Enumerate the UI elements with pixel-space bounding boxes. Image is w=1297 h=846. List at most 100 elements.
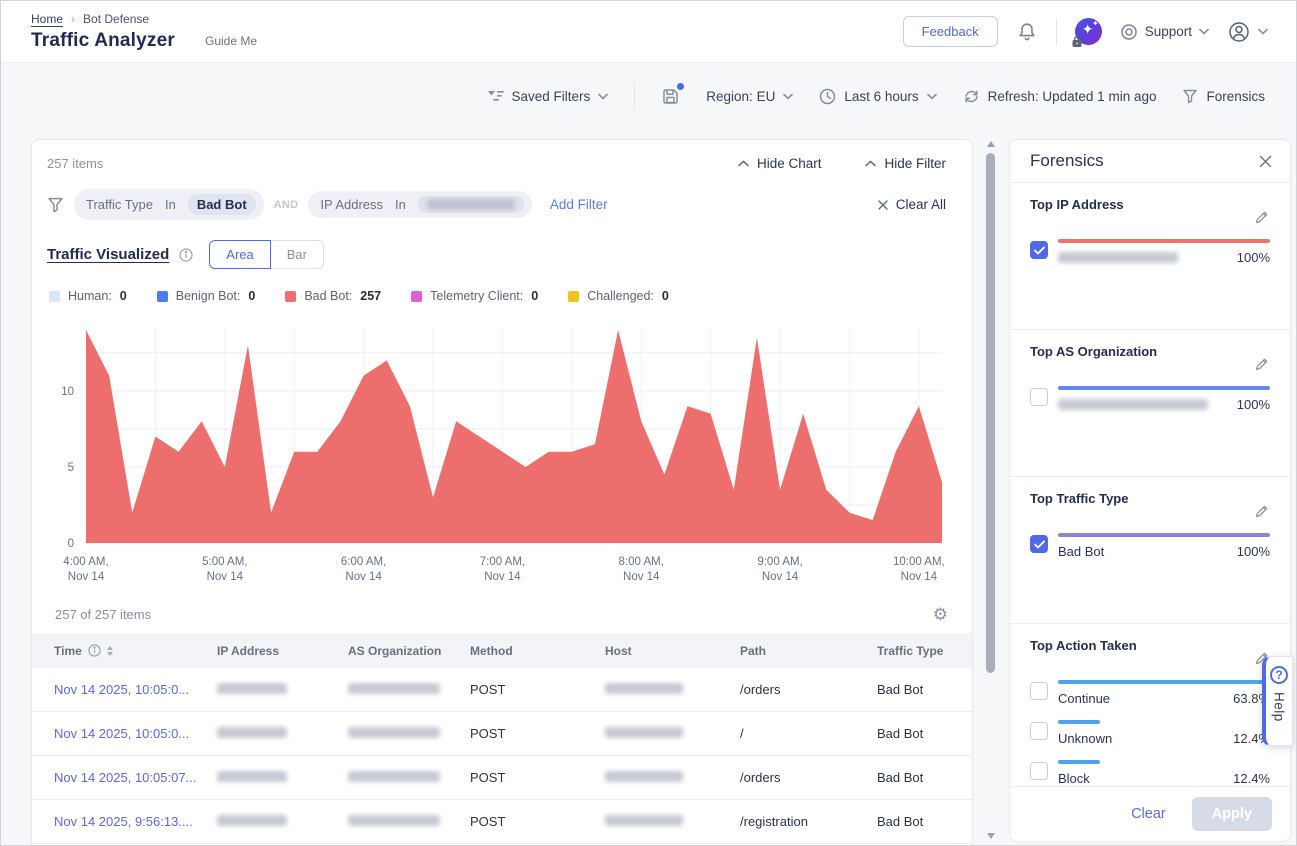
- toolbar-divider: [634, 83, 635, 109]
- support-label: Support: [1145, 24, 1192, 39]
- forensics-checkbox[interactable]: [1030, 535, 1048, 553]
- column-header-as-organization[interactable]: AS Organization: [348, 644, 470, 658]
- legend-item[interactable]: Telemetry Client:0: [411, 289, 538, 303]
- edit-pencil-icon[interactable]: [1254, 503, 1270, 519]
- forensics-apply-button[interactable]: Apply: [1192, 797, 1272, 831]
- ai-assistant-icon[interactable]: ✦ ✦: [1075, 18, 1102, 45]
- forensics-checkbox[interactable]: [1030, 762, 1048, 780]
- chevron-down-icon: [1258, 28, 1268, 35]
- forensics-toggle[interactable]: Forensics: [1182, 88, 1265, 104]
- distribution-bar: [1058, 386, 1270, 390]
- path-cell: /: [740, 726, 877, 741]
- time-link[interactable]: Nov 14 2025, 10:05:07...: [54, 770, 196, 785]
- support-menu[interactable]: Support: [1120, 23, 1209, 41]
- sort-icon[interactable]: [107, 646, 113, 656]
- path-cell: /registration: [740, 814, 877, 829]
- refresh-button[interactable]: Refresh: Updated 1 min ago: [963, 88, 1157, 105]
- forensics-row: Continue63.8%: [1030, 680, 1270, 706]
- table-row[interactable]: Nov 14 2025, 10:05:0...POST/ordersBad Bo…: [32, 668, 972, 712]
- scrollbar-thumb[interactable]: [986, 153, 995, 673]
- svg-text:Nov 14: Nov 14: [762, 571, 799, 583]
- column-header-path[interactable]: Path: [740, 644, 877, 658]
- edit-pencil-icon[interactable]: [1254, 209, 1270, 225]
- as-organization-cell: [348, 770, 470, 785]
- workspace: Saved Filters Region: EU Last 6 hours: [1, 63, 1296, 846]
- svg-text:Nov 14: Nov 14: [207, 571, 244, 583]
- redacted-value: [1058, 252, 1178, 263]
- close-icon: [878, 200, 888, 210]
- filter-chip-ip-address[interactable]: IP Address In: [308, 191, 531, 218]
- column-header-host[interactable]: Host: [605, 644, 740, 658]
- legend-item[interactable]: Challenged:0: [568, 289, 669, 303]
- forensics-panel: Forensics Top IP Address100%Top AS Organ…: [1009, 139, 1291, 842]
- filters-toolbar: Saved Filters Region: EU Last 6 hours: [1, 63, 1296, 129]
- bar-toggle-button[interactable]: Bar: [271, 240, 324, 269]
- column-header-traffic-type[interactable]: Traffic Type: [877, 644, 973, 658]
- forensics-clear-button[interactable]: Clear: [1131, 806, 1166, 822]
- traffic-table: Time IP AddressAS OrganizationMethodHostP…: [32, 633, 972, 844]
- help-tab[interactable]: ? Help: [1262, 656, 1293, 746]
- forensics-checkbox[interactable]: [1030, 241, 1048, 259]
- scroll-up-arrow[interactable]: [987, 141, 995, 147]
- chart-legend: Human:0 Benign Bot:0 Bad Bot:257 Telemetry …: [32, 269, 972, 303]
- time-link[interactable]: Nov 14 2025, 10:05:0...: [54, 726, 189, 741]
- table-row[interactable]: Nov 14 2025, 9:56:13....POST/registratio…: [32, 800, 972, 844]
- table-row[interactable]: Nov 14 2025, 10:05:0...POST/Bad Bot: [32, 712, 972, 756]
- guide-me-link[interactable]: Guide Me: [205, 34, 257, 48]
- path-cell: /orders: [740, 682, 877, 697]
- legend-item[interactable]: Human:0: [49, 289, 127, 303]
- close-icon[interactable]: [1259, 155, 1272, 168]
- region-dropdown[interactable]: Region: EU: [706, 89, 793, 104]
- column-label: Time: [54, 644, 82, 658]
- hide-chart-toggle[interactable]: Hide Chart: [738, 156, 822, 171]
- forensics-row-label: Continue: [1058, 691, 1110, 706]
- host-cell: [605, 726, 740, 741]
- breadcrumb-separator-icon: ›: [71, 12, 75, 26]
- column-header-ip-address[interactable]: IP Address: [217, 644, 348, 658]
- column-header-method[interactable]: Method: [470, 644, 605, 658]
- clear-all-button[interactable]: Clear All: [878, 197, 946, 212]
- breadcrumb-section: Bot Defense: [83, 12, 149, 26]
- forensics-checkbox[interactable]: [1030, 722, 1048, 740]
- hide-chart-label: Hide Chart: [757, 156, 822, 171]
- scroll-down-arrow[interactable]: [987, 833, 995, 839]
- account-menu[interactable]: [1227, 20, 1268, 44]
- edit-pencil-icon[interactable]: [1254, 356, 1270, 372]
- svg-text:5:00 AM,: 5:00 AM,: [202, 556, 247, 568]
- filter-chip-traffic-type[interactable]: Traffic Type In Bad Bot: [74, 189, 264, 220]
- feedback-button[interactable]: Feedback: [903, 16, 998, 47]
- traffic-type-cell: Bad Bot: [877, 814, 973, 829]
- lifebuoy-icon: [1120, 23, 1138, 41]
- breadcrumb-home[interactable]: Home: [31, 12, 63, 27]
- svg-text:8:00 AM,: 8:00 AM,: [619, 556, 664, 568]
- forensics-checkbox[interactable]: [1030, 388, 1048, 406]
- host-cell: [605, 770, 740, 785]
- legend-item[interactable]: Bad Bot:257: [285, 289, 381, 303]
- table-row[interactable]: Nov 14 2025, 10:05:07...POST/ordersBad B…: [32, 756, 972, 800]
- add-filter-link[interactable]: Add Filter: [550, 197, 608, 212]
- traffic-visualized-title[interactable]: Traffic Visualized: [47, 246, 169, 263]
- svg-text:4:00 AM,: 4:00 AM,: [63, 556, 108, 568]
- user-avatar-icon: [1227, 20, 1251, 44]
- redacted-value: [348, 683, 440, 694]
- notifications-bell-icon[interactable]: [1016, 21, 1038, 43]
- filter-bar: Traffic Type In Bad Bot AND IP Address I…: [32, 171, 972, 220]
- legend-item[interactable]: Benign Bot:0: [157, 289, 256, 303]
- svg-text:10: 10: [61, 386, 74, 398]
- time-range-dropdown[interactable]: Last 6 hours: [819, 88, 936, 105]
- area-toggle-button[interactable]: Area: [209, 240, 270, 269]
- top-header: Home › Bot Defense Traffic Analyzer Guid…: [1, 1, 1296, 63]
- column-header-time[interactable]: Time: [32, 644, 217, 658]
- table-settings-gear-icon[interactable]: ⚙: [933, 606, 948, 623]
- time-link[interactable]: Nov 14 2025, 10:05:0...: [54, 682, 189, 697]
- save-filter-button[interactable]: [661, 87, 680, 106]
- forensics-label: Forensics: [1206, 89, 1265, 104]
- saved-filters-dropdown[interactable]: Saved Filters: [488, 89, 609, 104]
- chevron-down-icon: [783, 93, 793, 100]
- hide-filter-toggle[interactable]: Hide Filter: [865, 156, 946, 171]
- funnel-icon: [47, 196, 64, 213]
- svg-text:0: 0: [68, 538, 74, 550]
- time-link[interactable]: Nov 14 2025, 9:56:13....: [54, 814, 193, 829]
- svg-text:5: 5: [68, 462, 74, 474]
- forensics-checkbox[interactable]: [1030, 682, 1048, 700]
